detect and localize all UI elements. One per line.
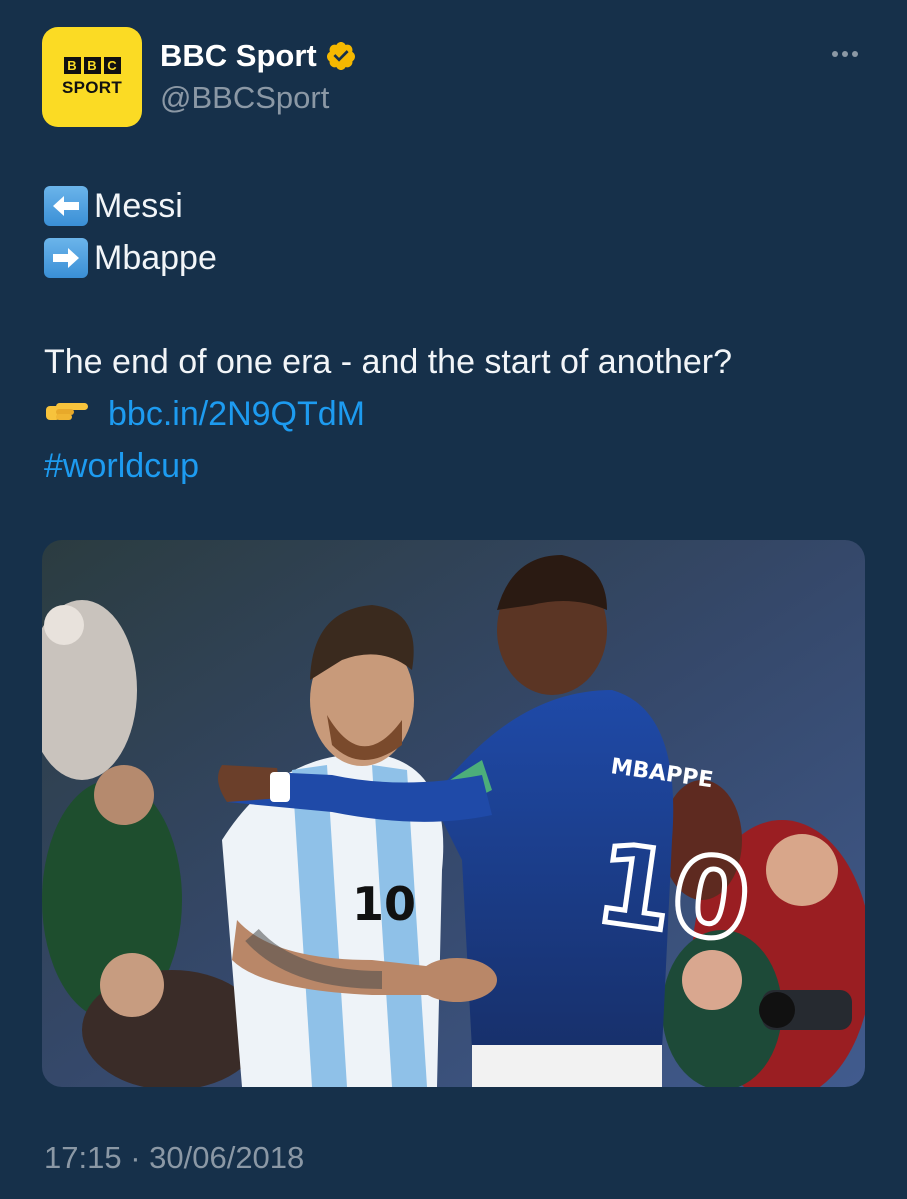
tweet-card: B B C SPORT BBC Sport @BBCSport Messi Mb — [0, 0, 907, 1199]
more-options-button[interactable] — [828, 40, 862, 68]
verified-badge-icon — [326, 42, 355, 70]
pointing-hand-icon — [44, 388, 90, 440]
sport-word: SPORT — [61, 77, 123, 97]
messi-jersey-number: 10 — [352, 877, 416, 931]
tweet-photo[interactable]: 10 MBAPPE 10 — [42, 540, 865, 1087]
player-name-mbappe: Mbappe — [94, 239, 217, 277]
bbc-logo-blocks: B B C — [63, 56, 121, 74]
tweet-timestamp[interactable]: 17:15 · 30/06/2018 — [44, 1140, 304, 1176]
left-arrow-key-icon — [44, 186, 88, 226]
right-arrow-key-icon — [44, 238, 88, 278]
player-name-messi: Messi — [94, 187, 183, 225]
more-dot-icon — [852, 51, 858, 57]
bbc-letter: C — [103, 56, 121, 74]
mbappe-jersey-number: 10 — [588, 819, 757, 967]
tweet-link-line: bbc.in/2N9QTdM — [44, 388, 732, 440]
photo-messi-mbappe: 10 MBAPPE 10 — [42, 540, 865, 1087]
article-link[interactable]: bbc.in/2N9QTdM — [108, 388, 365, 440]
author-name-row: BBC Sport — [160, 38, 357, 74]
avatar[interactable]: B B C SPORT — [42, 27, 142, 127]
bbc-letter: B — [83, 56, 101, 74]
tweet-text-players: Messi Mbappe — [44, 180, 217, 284]
tweet-text-body: The end of one era - and the start of an… — [44, 336, 732, 492]
more-dot-icon — [832, 51, 838, 57]
tweet-line-right: Mbappe — [44, 232, 217, 284]
bbc-letter: B — [63, 56, 81, 74]
tweet-sentence: The end of one era - and the start of an… — [44, 343, 733, 381]
user-handle[interactable]: @BBCSport — [160, 80, 329, 116]
hashtag-worldcup[interactable]: #worldcup — [44, 440, 732, 492]
more-dot-icon — [842, 51, 848, 57]
display-name[interactable]: BBC Sport — [160, 38, 317, 74]
tweet-line-left: Messi — [44, 180, 217, 232]
